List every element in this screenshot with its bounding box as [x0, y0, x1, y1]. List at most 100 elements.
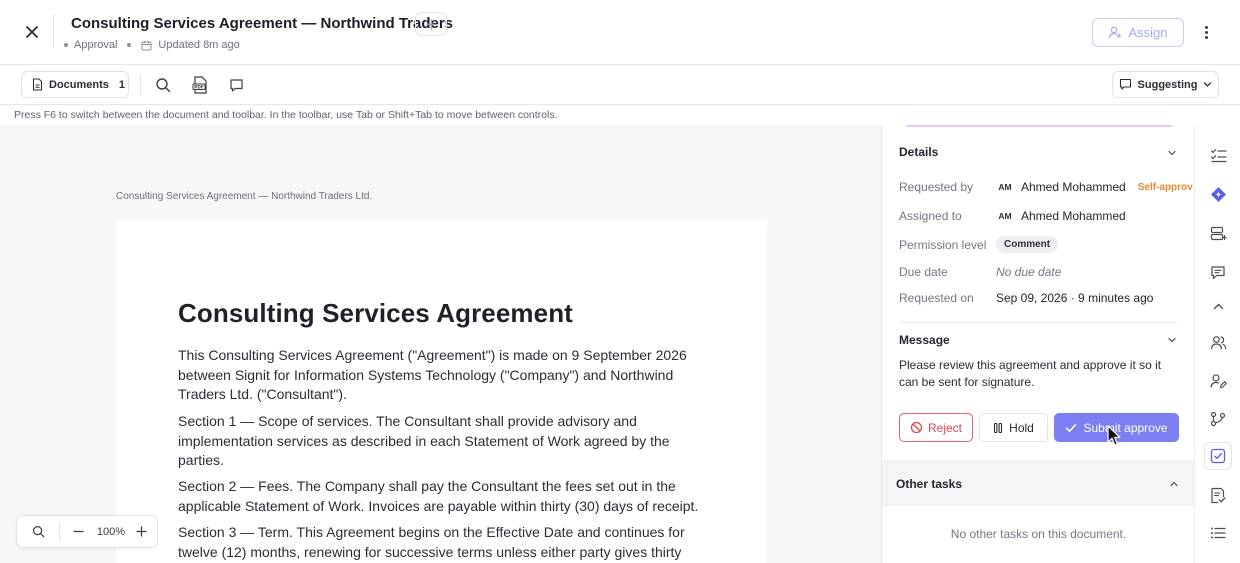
- avatar: AM: [998, 211, 1012, 221]
- suggesting-mode-dropdown[interactable]: Suggesting: [1112, 71, 1219, 98]
- plus-icon: [425, 18, 437, 30]
- svg-text:PDF: PDF: [194, 84, 204, 89]
- message-body: Please review this agreement and approve…: [899, 358, 1162, 389]
- tasks-icon: [1211, 487, 1226, 503]
- no-other-tasks-text: No other tasks on this document.: [950, 527, 1127, 541]
- header: Consulting Services Agreement — Northwin…: [0, 0, 1240, 65]
- fields-button[interactable]: [1204, 219, 1232, 247]
- pdf-icon: PDF: [192, 76, 207, 94]
- ai-assistant-button[interactable]: [1204, 180, 1232, 208]
- chevron-down-icon[interactable]: [1166, 147, 1178, 159]
- document-canvas[interactable]: Consulting Services Agreement — Northwin…: [0, 125, 881, 563]
- assign-button[interactable]: Assign: [1092, 18, 1184, 47]
- approval-icon: [1210, 448, 1226, 464]
- chevron-up-icon: [1170, 481, 1178, 487]
- self-approve-badge: Self-approv: [1137, 181, 1193, 193]
- search-document-button[interactable]: [152, 74, 174, 96]
- hold-button[interactable]: Hold: [979, 413, 1048, 442]
- comment-icon: [229, 78, 243, 92]
- calendar-icon: [141, 40, 152, 50]
- signer-roles-button[interactable]: [1204, 367, 1232, 395]
- document-heading: Consulting Services Agreement: [178, 298, 573, 328]
- keyboard-hint: Press F6 to switch between the document …: [14, 109, 558, 121]
- documents-button[interactable]: Documents 1: [21, 71, 129, 98]
- recipients-button[interactable]: [1204, 328, 1232, 356]
- close-icon: [26, 26, 38, 38]
- permission-level-label: Permission level: [899, 238, 987, 252]
- updated-label: Updated 8m ago: [158, 39, 240, 51]
- assigned-to-label: Assigned to: [899, 209, 962, 223]
- reject-label: Reject: [927, 420, 962, 435]
- close-button[interactable]: [18, 20, 46, 44]
- workflow-button[interactable]: [1204, 405, 1232, 433]
- documents-label: Documents: [49, 78, 109, 91]
- status-dot-icon: [64, 43, 68, 47]
- more-options-button[interactable]: [1196, 22, 1216, 42]
- assign-label: Assign: [1128, 25, 1168, 40]
- add-person-icon: [1109, 26, 1122, 39]
- tasks-button[interactable]: [1204, 481, 1232, 509]
- page-title: Consulting Services Agreement — Northwin…: [71, 15, 454, 32]
- hold-label: Hold: [1009, 420, 1034, 435]
- comment-button[interactable]: [225, 74, 247, 96]
- collapse-button[interactable]: [1204, 292, 1232, 320]
- avatar: AM: [998, 182, 1012, 192]
- workflow-icon: [1210, 411, 1226, 427]
- document-caption: Consulting Services Agreement — Northwin…: [116, 191, 373, 202]
- requested-by-value: AM Ahmed Mohammed Self-approv: [996, 180, 1193, 194]
- suggesting-label: Suggesting: [1137, 78, 1198, 91]
- list-icon: [1211, 527, 1226, 539]
- zoom-in-button[interactable]: [126, 515, 156, 548]
- details-section-title[interactable]: Details: [899, 145, 938, 159]
- approval-button[interactable]: [1204, 442, 1232, 470]
- documents-count: 1: [118, 78, 126, 91]
- document-paragraph: Section 3 — Term. This Agreement begins …: [178, 524, 685, 560]
- zoom-level: 100%: [96, 525, 126, 538]
- approval-panel: Details Requested by AM Ahmed Mohammed S…: [881, 125, 1194, 563]
- pdf-button[interactable]: PDF: [189, 74, 211, 96]
- recipients-icon: [1210, 335, 1226, 349]
- comments-icon: [1211, 265, 1225, 279]
- chevron-down-icon[interactable]: [1166, 334, 1178, 346]
- message-section-title[interactable]: Message: [899, 333, 950, 347]
- checklist-icon: [1210, 148, 1227, 162]
- side-icon-rail: [1194, 125, 1240, 563]
- signer-roles-icon: [1209, 374, 1227, 389]
- header-divider: [53, 14, 54, 48]
- document-paragraph: This Consulting Services Agreement ("Agr…: [178, 347, 687, 403]
- fields-icon: [1210, 226, 1227, 240]
- outline-button[interactable]: [1204, 519, 1232, 547]
- other-tasks-header[interactable]: Other tasks: [882, 460, 1194, 506]
- panel-top-accent: [906, 125, 1172, 127]
- permission-badge: Comment: [996, 236, 1059, 253]
- zoom-control: 100%: [16, 515, 158, 548]
- document-meta: Approval Updated 8m ago: [64, 39, 240, 51]
- add-tag-button[interactable]: [415, 12, 447, 36]
- mouse-cursor-icon: [1107, 425, 1121, 446]
- plus-icon: [135, 526, 147, 537]
- permission-level-value: Comment: [996, 236, 1059, 253]
- assigned-to-value: AM Ahmed Mohammed: [996, 209, 1126, 223]
- pause-icon: [994, 422, 1003, 433]
- assigned-to-name: Ahmed Mohammed: [1021, 209, 1126, 223]
- section-divider: [899, 322, 1178, 323]
- toolbar-divider: [140, 75, 141, 95]
- document-page[interactable]: Consulting Services Agreement This Consu…: [116, 220, 767, 563]
- requested-on-value: Sep 09, 2026 · 9 minutes ago: [996, 291, 1154, 305]
- toolbar: Documents 1 PDF Suggesting: [0, 65, 1240, 105]
- checklist-button[interactable]: [1204, 141, 1232, 169]
- minus-icon: [72, 530, 84, 533]
- chevron-down-icon: [1204, 82, 1212, 87]
- search-icon: [32, 525, 44, 538]
- document-paragraph: Section 1 — Scope of services. The Consu…: [178, 413, 670, 469]
- zoom-search-button[interactable]: [17, 515, 59, 548]
- comments-button[interactable]: [1204, 258, 1232, 286]
- requested-by-label: Requested by: [899, 180, 974, 194]
- ai-diamond-icon: [1210, 186, 1226, 202]
- check-icon: [1066, 423, 1077, 432]
- requested-by-name: Ahmed Mohammed: [1021, 180, 1126, 194]
- document-icon: [32, 78, 43, 91]
- zoom-out-button[interactable]: [60, 515, 96, 548]
- other-tasks-title: Other tasks: [896, 477, 963, 491]
- reject-button[interactable]: Reject: [899, 413, 973, 442]
